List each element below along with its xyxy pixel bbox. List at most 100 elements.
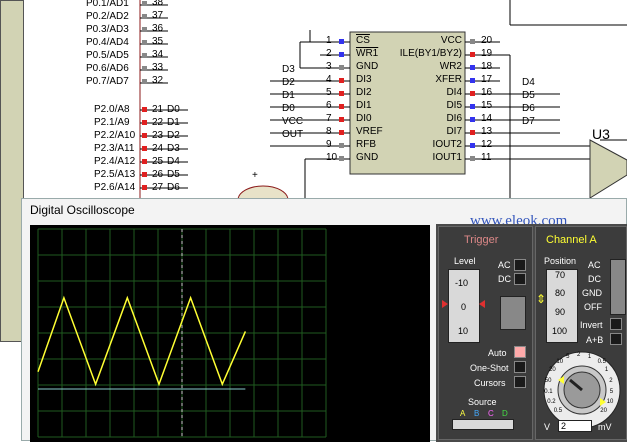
dac-right-net-label: D4 [522,77,535,88]
port0-pin-marker [142,79,147,84]
port0-pin-marker [142,40,147,45]
dac-right-net-label: D6 [522,103,535,114]
one-shot-button[interactable] [514,361,526,373]
source-c[interactable]: C [488,409,494,418]
dac-left-pin-marker [339,78,344,83]
dac-left-pin-marker [339,65,344,70]
dac-right-pin-marker [470,117,475,122]
dac-left-pin-marker [339,39,344,44]
dac-right-pin-number: 18 [481,61,493,72]
trigger-level-dial[interactable]: -10 0 10 [448,269,480,343]
port2-pin-number: 23 [152,130,164,141]
position-tick-100: 100 [552,326,568,336]
trigger-level-tick-10: 10 [458,326,469,336]
invert-button[interactable] [610,318,622,330]
port0-pin-marker [142,27,147,32]
port0-label: P0.7/AD7 [86,76,129,87]
source-b[interactable]: B [474,409,479,418]
source-d[interactable]: D [502,409,508,418]
a-plus-b-label: A+B [586,335,604,345]
oscilloscope-window[interactable]: Digital Oscilloscope www.eleok.com Trigg… [21,198,627,442]
port2-pin-marker [142,120,147,125]
control-panel: Trigger Level -10 0 10 AC DC Auto One-Sh… [436,224,627,442]
port0-label: P0.4/AD4 [86,37,129,48]
auto-button[interactable] [514,346,526,358]
dac-left-pin-marker [339,104,344,109]
channel-a-off-label: OFF [584,302,602,312]
dac-right-pin-number: 16 [481,87,493,98]
knob-tick-label: 1 [604,367,609,374]
port2-pin-marker [142,107,147,112]
source-a[interactable]: A [460,409,465,418]
port0-pin-marker [142,53,147,58]
position-tick-70: 70 [555,270,566,280]
knob-tick-label: 10 [606,399,614,406]
a-plus-b-button[interactable] [610,333,622,345]
port0-pin-number: 36 [152,23,164,34]
port2-pin-marker [142,185,147,190]
position-arrows-icon: ⇕ [536,292,547,306]
dac-right-pin-number: 14 [481,113,493,124]
dac-right-pin-number: 19 [481,48,493,59]
source-label: Source [468,397,497,407]
dac-right-pin-label: WR2 [439,61,462,72]
auto-label: Auto [488,348,507,358]
cursors-button[interactable] [514,376,526,388]
position-dial[interactable]: 70 80 90 100 [546,269,578,343]
dac-right-pin-label: DI7 [446,126,462,137]
dac-right-pin-label: IOUT1 [432,152,462,163]
plus-sign: + [252,170,258,181]
dac-right-pin-number: 11 [481,152,492,163]
invert-label: Invert [580,320,603,330]
port2-net-label: D1 [167,117,180,128]
dac-left-pin-label: DI2 [356,87,372,98]
dac-right-pin-label: XFER [435,74,462,85]
schematic-canvas: P0.1/AD1 38 P0.2/AD2 37 P0.3/AD3 36 P0.4/AD4 35… [0,0,627,342]
dac-left-pin-label: CS [356,35,370,46]
trigger-ac-button[interactable] [514,259,526,271]
dac-left-net-label: D3 [282,64,295,75]
port0-pin-marker [142,66,147,71]
port2-label: P2.3/A11 [94,143,135,154]
dac-right-pin-label: VCC [440,35,462,46]
dac-right-pin-number: 20 [481,35,493,46]
dac-right-pin-marker [470,91,475,96]
dac-left-pin-label: GND [356,152,379,163]
position-tick-80: 80 [555,288,566,298]
port2-pin-number: 26 [152,169,164,180]
channel-a-header: Channel A [546,234,597,246]
port2-pin-number: 27 [152,182,164,193]
trigger-level-tick-0: 0 [461,302,467,312]
dac-left-pin-number: 8 [326,126,332,137]
knob-tick-label: 0.5 [597,359,606,366]
channel-a-ac-label: AC [588,260,601,270]
port2-pin-marker [142,159,147,164]
source-slider[interactable] [452,419,514,430]
dac-left-pin-number: 7 [326,113,332,124]
opamp-label: U3 [592,126,610,142]
dac-left-pin-number: 9 [326,139,332,150]
knob-tick-label: 20 [549,367,556,374]
dac-left-pin-label: GND [356,61,379,72]
port2-net-label: D2 [167,130,180,141]
dac-left-pin-label: DI0 [356,113,372,124]
dac-left-pin-number: 10 [326,152,338,163]
port2-pin-number: 22 [152,117,164,128]
port0-pin-number: 34 [152,49,164,60]
port0-pin-number: 38 [152,0,164,8]
port2-net-label: D6 [167,182,180,193]
port2-net-label: D3 [167,143,180,154]
knob-tick-label: 0.1 [544,388,553,395]
dac-right-pin-label: ILE(BY1/BY2) [399,48,462,59]
trigger-edge-switch[interactable] [500,296,526,330]
channel-a-coupling-switch[interactable] [610,259,626,315]
dac-right-net-label: D7 [522,116,535,127]
dac-right-net-label: D5 [522,90,535,101]
dac-right-pin-marker [470,104,475,109]
trigger-dc-button[interactable] [514,273,526,285]
dac-right-pin-marker [470,78,475,83]
dac-left-pin-number: 2 [326,48,332,59]
dac-left-net-label: D1 [282,90,295,101]
port2-label: P2.6/A14 [94,182,136,193]
volts-value-field[interactable]: 2 [558,420,592,432]
